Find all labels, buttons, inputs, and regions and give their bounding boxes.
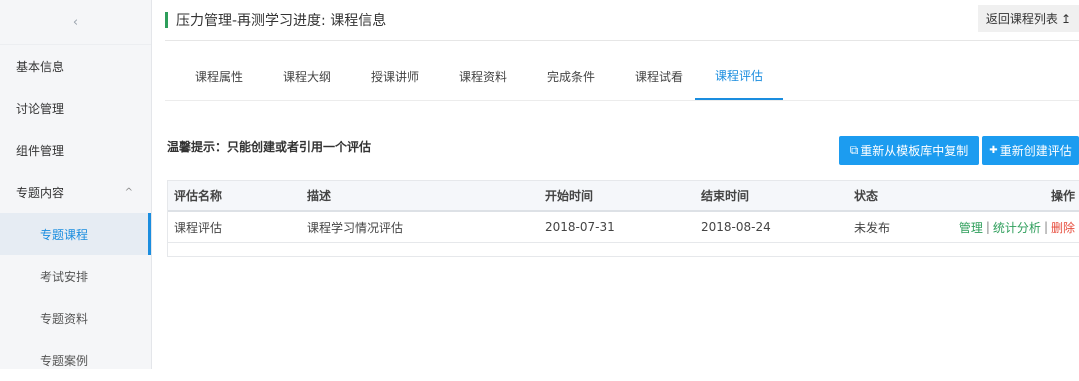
- create-evaluation-button[interactable]: ✚ 重新创建评估: [982, 136, 1079, 165]
- sidebar-item-basic-info[interactable]: 基本信息: [0, 45, 151, 87]
- tab-label: 完成条件: [546, 69, 595, 84]
- sidebar-item-materials[interactable]: 专题资料: [0, 297, 151, 339]
- evaluation-table: 评估名称 描述 开始时间 结束时间 状态 操作 课程评估 课程学习情况评估 20…: [167, 180, 1079, 257]
- manage-link[interactable]: 管理: [959, 219, 983, 236]
- tab-completion-conditions[interactable]: 完成条件: [527, 52, 615, 100]
- back-to-course-list-button[interactable]: 返回课程列表 ↥: [977, 5, 1079, 32]
- column-header-status: 状态: [854, 189, 879, 203]
- sidebar-item-components[interactable]: 组件管理: [0, 129, 151, 171]
- tab-label: 课程试看: [634, 69, 683, 84]
- delete-link[interactable]: 删除: [1051, 219, 1075, 236]
- tab-course-preview[interactable]: 课程试看: [615, 52, 703, 100]
- sidebar-item-label: 专题内容: [16, 185, 65, 200]
- chevron-left-icon: ‹: [72, 14, 79, 30]
- tab-course-properties[interactable]: 课程属性: [175, 52, 263, 100]
- cell-end-time: 2018-08-24: [701, 220, 771, 234]
- collapse-sidebar-button[interactable]: ‹: [0, 0, 151, 45]
- sidebar-item-label: 基本信息: [16, 59, 65, 74]
- plus-icon: ✚: [989, 145, 998, 156]
- sidebar-item-topic-content[interactable]: 专题内容 ^: [0, 171, 151, 213]
- column-header-name: 评估名称: [174, 189, 223, 203]
- sidebar-item-exams[interactable]: 考试安排: [0, 255, 151, 297]
- tab-course-materials[interactable]: 课程资料: [439, 52, 527, 100]
- tab-course-outline[interactable]: 课程大纲: [263, 52, 351, 100]
- tab-label: 课程资料: [458, 69, 507, 84]
- create-button-label: 重新创建评估: [999, 144, 1072, 158]
- copy-button-label: 重新从模板库中复制: [860, 144, 969, 158]
- statistics-link[interactable]: 统计分析: [993, 219, 1041, 236]
- main-content: 压力管理-再测学习进度: 课程信息 返回课程列表 ↥ 课程属性 课程大纲 授课讲…: [153, 0, 1079, 369]
- tab-course-evaluation[interactable]: 课程评估: [695, 52, 783, 100]
- back-button-label: 返回课程列表: [985, 12, 1058, 26]
- page-title: 压力管理-再测学习进度: 课程信息: [176, 13, 387, 29]
- copy-icon: ⧉: [849, 143, 859, 157]
- sidebar: ‹ 基本信息 讨论管理 组件管理 专题内容 ^ 专题课程 考试安排 专题资料 专…: [0, 0, 152, 369]
- cell-status: 未发布: [854, 220, 891, 235]
- title-accent-bar: [165, 12, 168, 28]
- tab-label: 课程属性: [194, 69, 243, 84]
- sidebar-item-label: 组件管理: [16, 143, 65, 158]
- cell-start-time: 2018-07-31: [545, 220, 615, 234]
- cell-description: 课程学习情况评估: [307, 220, 404, 235]
- separator: |: [985, 220, 990, 234]
- sidebar-item-discussion[interactable]: 讨论管理: [0, 87, 151, 129]
- return-arrow-icon: ↥: [1060, 11, 1071, 26]
- sidebar-item-label: 专题课程: [40, 227, 89, 242]
- sidebar-item-label: 讨论管理: [16, 101, 65, 116]
- tab-lecturers[interactable]: 授课讲师: [351, 52, 439, 100]
- sidebar-item-topic-courses[interactable]: 专题课程: [0, 213, 151, 255]
- column-header-actions: 操作: [1050, 189, 1075, 203]
- tab-label: 授课讲师: [370, 69, 419, 84]
- tab-label: 课程大纲: [282, 69, 331, 84]
- column-header-end-time: 结束时间: [701, 189, 750, 203]
- sidebar-item-label: 专题资料: [40, 311, 89, 326]
- column-header-description: 描述: [307, 189, 332, 203]
- tab-label: 课程评估: [714, 68, 763, 83]
- table-header-row: 评估名称 描述 开始时间 结束时间 状态 操作: [168, 181, 1079, 212]
- column-header-start-time: 开始时间: [545, 189, 594, 203]
- cell-actions: 管理 | 统计分析 | 删除: [959, 212, 1075, 242]
- page-header: 压力管理-再测学习进度: 课程信息 返回课程列表 ↥: [165, 0, 1079, 41]
- tip-text: 温馨提示：只能创建或者引用一个评估: [167, 140, 372, 154]
- table-row: 课程评估 课程学习情况评估 2018-07-31 2018-08-24 未发布 …: [168, 212, 1079, 243]
- chevron-up-icon: ^: [124, 186, 133, 198]
- sidebar-item-cases[interactable]: 专题案例: [0, 339, 151, 381]
- sidebar-item-label: 考试安排: [40, 269, 89, 284]
- separator: |: [1043, 220, 1048, 234]
- cell-name: 课程评估: [174, 220, 223, 235]
- course-tabs: 课程属性 课程大纲 授课讲师 课程资料 完成条件 课程试看 课程评估: [165, 52, 1079, 101]
- copy-from-template-button[interactable]: ⧉ 重新从模板库中复制: [839, 136, 979, 165]
- sidebar-item-label: 专题案例: [40, 353, 89, 368]
